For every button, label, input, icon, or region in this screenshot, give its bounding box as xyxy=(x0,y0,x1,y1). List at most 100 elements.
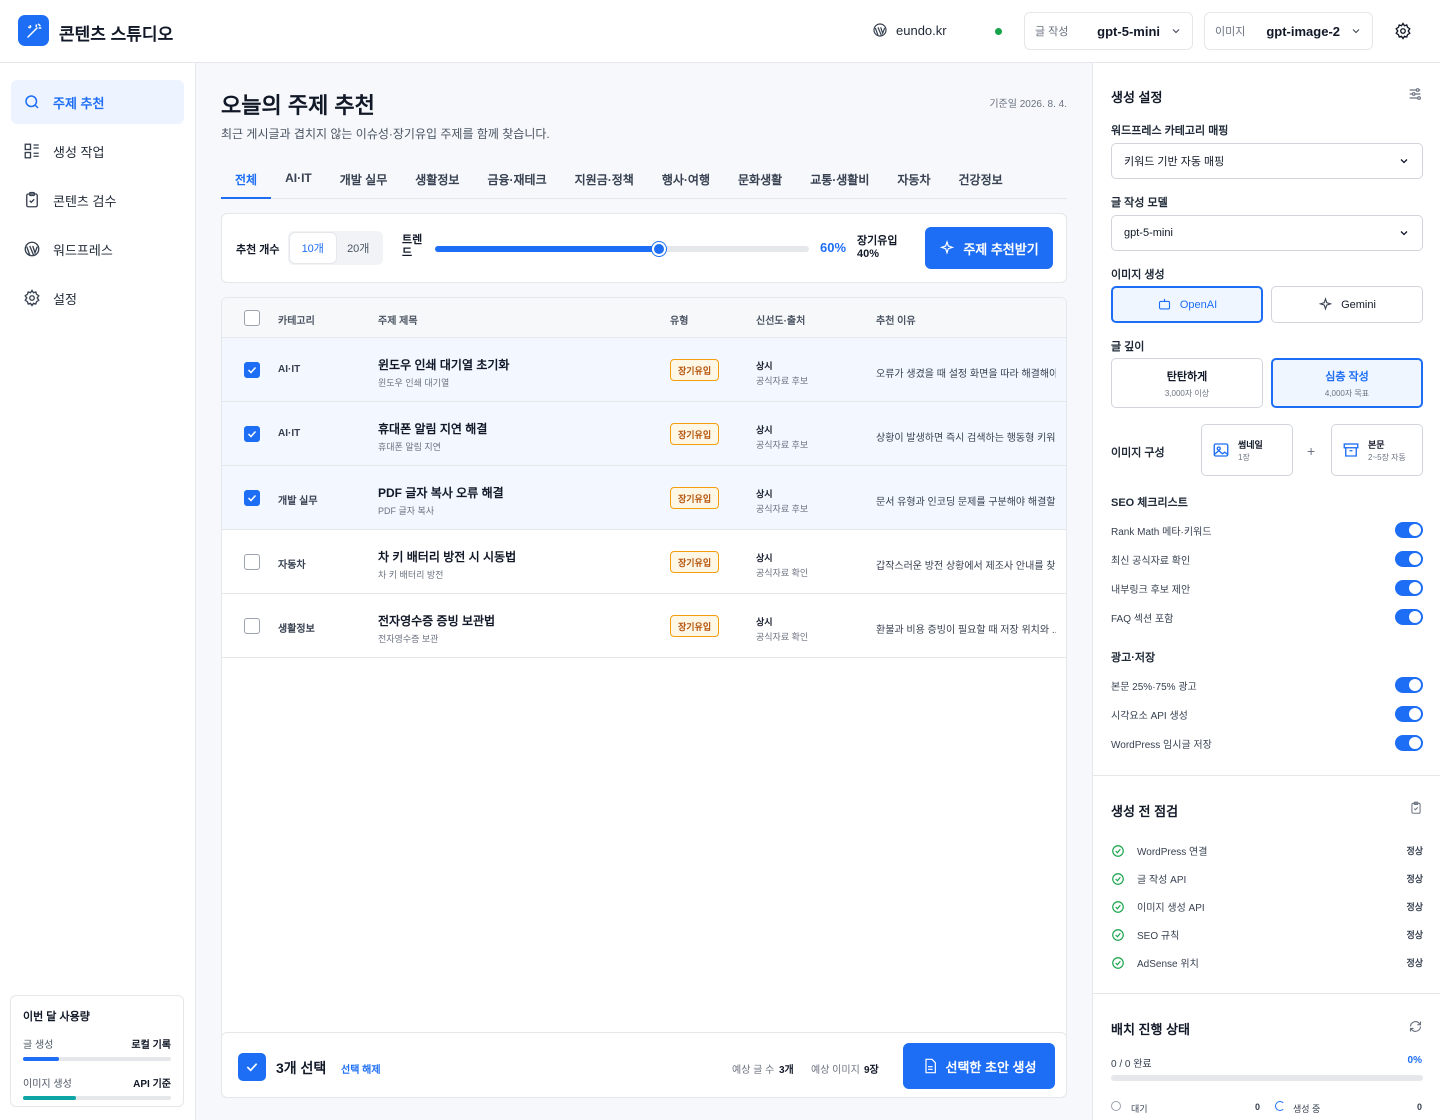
count-option-10[interactable]: 10개 xyxy=(290,233,336,263)
row-category: 개발 실무 xyxy=(278,496,318,507)
check-icon xyxy=(247,430,257,438)
magic-wand-icon xyxy=(26,23,41,38)
row-checkbox[interactable] xyxy=(244,618,260,634)
image-option-openai[interactable]: OpenAI xyxy=(1111,286,1263,323)
body-image-option[interactable]: 본문 2~5장 자동 xyxy=(1331,424,1423,476)
row-freshness: 상시 xyxy=(756,489,773,499)
tab-category[interactable]: 자동차 xyxy=(883,161,944,199)
recommend-button[interactable]: 주제 추천받기 xyxy=(925,227,1053,269)
row-source: 공식자료 후보 xyxy=(756,376,809,386)
trend-slider[interactable] xyxy=(435,242,809,256)
model-label: 글 작성 모델 xyxy=(1111,197,1168,209)
table-row[interactable]: 생활정보 전자영수증 증빙 보관법 전자영수증 보관 장기유입 상시 공식자료 확인 환불과… xyxy=(222,594,1066,658)
select-all-checkbox[interactable] xyxy=(244,310,260,326)
selection-checkbox[interactable] xyxy=(238,1053,266,1081)
sparkle-icon xyxy=(1318,297,1333,311)
wordpress-icon xyxy=(24,241,40,257)
toggle-switch[interactable] xyxy=(1395,706,1423,722)
count-option-20[interactable]: 20개 xyxy=(336,233,382,263)
row-reason: 환불과 비용 증빙이 필요할 때 저장 위치와 ... xyxy=(876,625,1056,636)
header-reason: 추천 이유 xyxy=(876,316,916,327)
settings-button[interactable] xyxy=(1394,22,1412,43)
row-keyword: PDF 글자 복사 xyxy=(378,506,435,516)
long-tail-block: 장기유입 40% xyxy=(857,235,897,261)
search-icon xyxy=(25,95,39,109)
tab-category[interactable]: 교통·생활비 xyxy=(796,161,883,199)
toggle-switch[interactable] xyxy=(1395,522,1423,538)
thumbnail-option[interactable]: 썸네일 1장 xyxy=(1201,424,1293,476)
sidebar: 주제 추천 생성 작업 콘텐츠 검수 워드프레스 설정 이번 달 사용량 글 생… xyxy=(0,63,196,1120)
sidebar-item-jobs[interactable]: 생성 작업 xyxy=(11,129,184,173)
generate-draft-button[interactable]: 선택한 초안 생성 xyxy=(903,1043,1055,1089)
app-logo xyxy=(18,15,49,46)
header-title: 주제 제목 xyxy=(378,316,418,327)
row-title[interactable]: 윈도우 인쇄 대기열 초기화 xyxy=(378,356,509,373)
row-source: 공식자료 후보 xyxy=(756,504,809,514)
usage-writing-label: 글 생성 xyxy=(23,1040,54,1051)
header-type: 유형 xyxy=(670,316,689,327)
tab-category[interactable]: 전체 xyxy=(221,161,272,199)
image-option-label: Gemini xyxy=(1341,298,1376,311)
depth-option-sub: 3,000자 이상 xyxy=(1164,388,1210,398)
writing-model-select[interactable]: 글 작성 gpt-5-mini xyxy=(1024,12,1193,50)
sidebar-item-topic[interactable]: 주제 추천 xyxy=(11,80,184,124)
precheck-item: 이미지 생성 API 정상 xyxy=(1111,899,1423,914)
toggle-switch[interactable] xyxy=(1395,735,1423,751)
model-select[interactable]: gpt-5-mini xyxy=(1111,215,1423,251)
wp-category-select[interactable]: 키워드 기반 자동 매핑 xyxy=(1111,143,1423,179)
row-title[interactable]: 휴대폰 알림 지연 해결 xyxy=(378,420,487,437)
table-row[interactable]: AI·IT 휴대폰 알림 지연 해결 휴대폰 알림 지연 장기유입 상시 공식자료 후보 상… xyxy=(222,402,1066,466)
running-value: 0 xyxy=(1417,1102,1423,1112)
toggle-label: 최신 공식자료 확인 xyxy=(1111,555,1191,567)
toggle-switch[interactable] xyxy=(1395,580,1423,596)
clear-selection-link[interactable]: 선택 해제 xyxy=(341,1061,381,1076)
row-checkbox[interactable] xyxy=(244,554,260,570)
image-option-gemini[interactable]: Gemini xyxy=(1271,286,1423,323)
row-title[interactable]: PDF 글자 복사 오류 해결 xyxy=(378,484,504,501)
row-checkbox[interactable] xyxy=(244,426,260,442)
sidebar-item-settings[interactable]: 설정 xyxy=(11,276,184,320)
tab-category[interactable]: AI·IT xyxy=(271,161,326,199)
table-row[interactable]: 자동차 차 키 배터리 방전 시 시동법 차 키 배터리 방전 장기유입 상시 공식자료 … xyxy=(222,530,1066,594)
top-bar: 콘텐츠 스튜디오 eundo.kr 글 작성 gpt-5-mini 이미지 gp… xyxy=(0,0,1440,63)
row-checkbox[interactable] xyxy=(244,362,260,378)
toggle-switch[interactable] xyxy=(1395,677,1423,693)
sidebar-item-label: 주제 추천 xyxy=(53,95,105,111)
row-freshness: 상시 xyxy=(756,361,773,371)
chevron-down-icon xyxy=(1400,231,1408,236)
tab-category[interactable]: 생활정보 xyxy=(401,161,473,199)
tab-category[interactable]: 개발 실무 xyxy=(326,161,402,199)
tab-category[interactable]: 금융·재테크 xyxy=(473,161,560,199)
row-type-badge: 장기유입 xyxy=(670,615,720,637)
image-model-select[interactable]: 이미지 gpt-image-2 xyxy=(1204,12,1373,50)
sidebar-item-review[interactable]: 콘텐츠 검수 xyxy=(11,178,184,222)
recommend-button-label: 주제 추천받기 xyxy=(963,241,1039,257)
table-row[interactable]: 개발 실무 PDF 글자 복사 오류 해결 PDF 글자 복사 장기유입 상시 공식자료 … xyxy=(222,466,1066,530)
tab-category[interactable]: 문화생활 xyxy=(724,161,796,199)
setting-toggle-row: WordPress 임시글 저장 xyxy=(1111,735,1423,751)
toggle-switch[interactable] xyxy=(1395,609,1423,625)
refresh-icon[interactable] xyxy=(1408,1019,1423,1034)
image-gen-label: 이미지 생성 xyxy=(1111,269,1165,281)
precheck-status: 정상 xyxy=(1406,930,1423,940)
gear-icon xyxy=(1395,22,1411,40)
sidebar-item-label: 생성 작업 xyxy=(53,144,105,160)
depth-option-solid[interactable]: 탄탄하게 3,000자 이상 xyxy=(1111,358,1263,408)
depth-option-deep[interactable]: 심층 작성 4,000자 목표 xyxy=(1271,358,1423,408)
row-checkbox[interactable] xyxy=(244,490,260,506)
batch-done: 0 / 0 완료 xyxy=(1111,1059,1152,1070)
tab-category[interactable]: 지원금·정책 xyxy=(561,161,648,199)
table-row[interactable]: AI·IT 윈도우 인쇄 대기열 초기화 윈도우 인쇄 대기열 장기유입 상시 공식자료 … xyxy=(222,338,1066,402)
row-title[interactable]: 차 키 배터리 방전 시 시동법 xyxy=(378,548,516,565)
tab-category[interactable]: 행사·여행 xyxy=(648,161,724,199)
trend-slider-handle[interactable] xyxy=(652,242,667,256)
site-indicator[interactable]: eundo.kr xyxy=(872,22,947,38)
sidebar-item-wordpress[interactable]: 워드프레스 xyxy=(11,227,184,271)
toggle-label: Rank Math 메타·키워드 xyxy=(1111,526,1212,538)
sliders-icon[interactable] xyxy=(1407,86,1423,102)
wordpress-icon xyxy=(873,23,887,37)
tab-category[interactable]: 건강정보 xyxy=(945,161,1017,199)
row-title[interactable]: 전자영수증 증빙 보관법 xyxy=(378,612,495,629)
batch-percent: 0% xyxy=(1407,1055,1422,1066)
toggle-switch[interactable] xyxy=(1395,551,1423,567)
